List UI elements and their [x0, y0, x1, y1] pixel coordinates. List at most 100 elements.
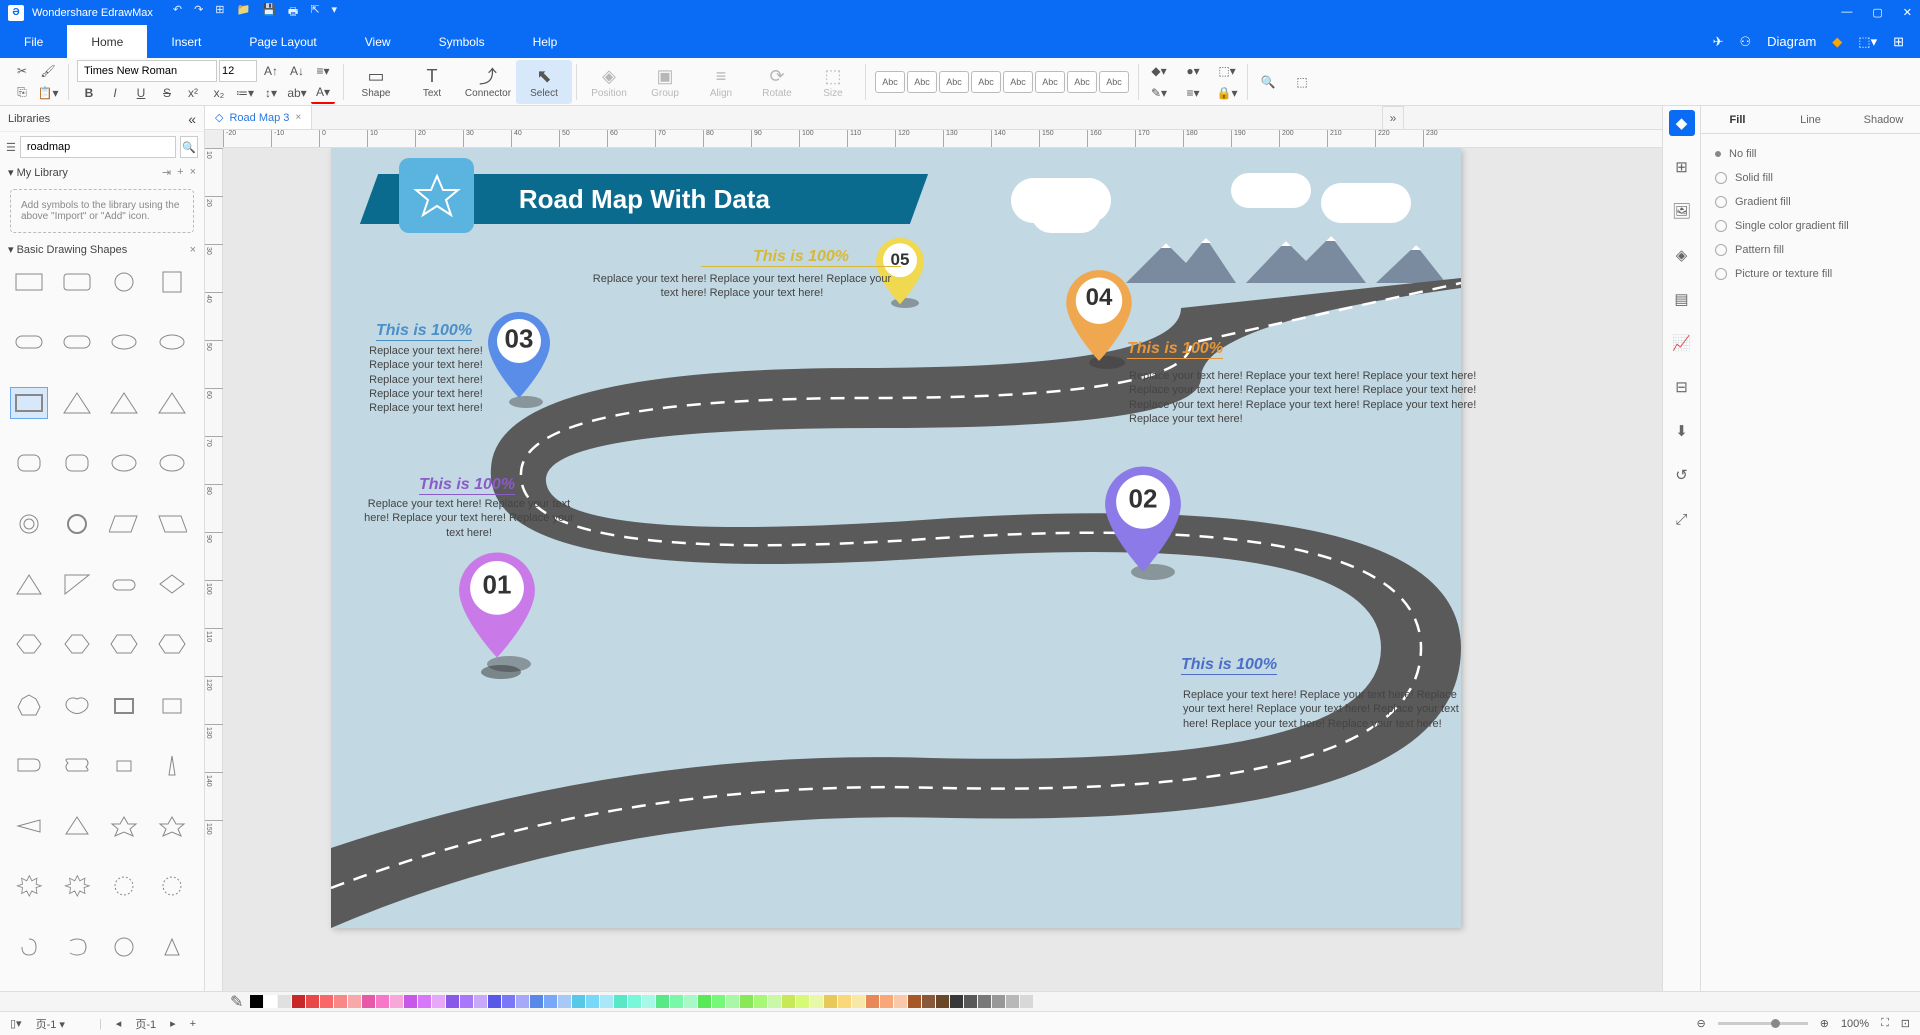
canvas-scroll[interactable]: Road Map With Data 01This is 100%Replace…	[223, 148, 1662, 991]
font-color-icon[interactable]: A▾	[311, 82, 335, 104]
color-swatch[interactable]	[390, 995, 403, 1008]
add-page-icon[interactable]: +	[190, 1018, 196, 1030]
fullscreen-icon[interactable]: ⊡	[1901, 1017, 1910, 1030]
shadow-icon[interactable]: ●▾	[1181, 60, 1205, 82]
color-swatch[interactable]	[614, 995, 627, 1008]
color-swatch[interactable]	[712, 995, 725, 1008]
color-swatch[interactable]	[796, 995, 809, 1008]
shape-item[interactable]	[153, 689, 191, 721]
text-direction-icon[interactable]: ab▾	[285, 82, 309, 104]
increase-font-icon[interactable]: A↑	[259, 60, 283, 82]
import-icon[interactable]: ⇥	[162, 166, 171, 179]
shape-item[interactable]	[58, 870, 96, 902]
pin-body-text[interactable]: Replace your text here! Replace your tex…	[364, 497, 574, 540]
color-swatch[interactable]	[852, 995, 865, 1008]
color-swatch[interactable]	[544, 995, 557, 1008]
shape-item[interactable]	[105, 931, 143, 963]
shape-item[interactable]	[10, 870, 48, 902]
text-button[interactable]: TText	[404, 60, 460, 104]
close-tab-icon[interactable]: ×	[295, 112, 301, 123]
page-tab[interactable]: 页-1	[135, 1016, 156, 1032]
menu-insert[interactable]: Insert	[147, 25, 225, 58]
color-swatch[interactable]	[1020, 995, 1033, 1008]
pin-heading[interactable]: This is 100%	[1181, 656, 1277, 675]
cloud-shape[interactable]	[1231, 173, 1311, 208]
connector-button[interactable]: ⤴Connector	[460, 60, 516, 104]
close-section-icon[interactable]: ×	[190, 166, 196, 179]
shape-item[interactable]	[10, 689, 48, 721]
shape-item[interactable]	[153, 870, 191, 902]
color-swatch[interactable]	[488, 995, 501, 1008]
add-icon[interactable]: +	[177, 166, 183, 179]
shape-item[interactable]	[153, 628, 191, 660]
close-section-icon[interactable]: ×	[190, 244, 196, 256]
shape-item[interactable]	[58, 628, 96, 660]
toggle-right-panel-icon[interactable]: »	[1382, 106, 1404, 130]
shape-item[interactable]	[153, 931, 191, 963]
menu-home[interactable]: Home	[67, 25, 147, 58]
color-swatch[interactable]	[656, 995, 669, 1008]
fill-icon[interactable]: ◆▾	[1147, 60, 1171, 82]
shape-item[interactable]	[10, 568, 48, 600]
menu-view[interactable]: View	[341, 25, 415, 58]
search-icon[interactable]: 🔍	[180, 136, 198, 158]
line-tab[interactable]: Line	[1774, 106, 1847, 133]
collapse-sidebar-icon[interactable]: «	[188, 111, 196, 127]
color-swatch[interactable]	[572, 995, 585, 1008]
page-panel-icon[interactable]: ▤	[1669, 286, 1695, 312]
pin-heading[interactable]: This is 100%	[701, 248, 901, 267]
close-icon[interactable]: ✕	[1903, 6, 1912, 19]
color-swatch[interactable]	[474, 995, 487, 1008]
color-swatch[interactable]	[404, 995, 417, 1008]
font-name-select[interactable]	[77, 60, 217, 82]
export-panel-icon[interactable]: ⬇	[1669, 418, 1695, 444]
print-icon[interactable]: 🖶	[288, 3, 298, 22]
shape-item[interactable]	[105, 870, 143, 902]
style-chip[interactable]: Abc	[939, 71, 969, 93]
banner-logo[interactable]	[399, 158, 474, 233]
position-button[interactable]: ◈Position	[581, 60, 637, 104]
color-swatch[interactable]	[964, 995, 977, 1008]
shape-item[interactable]	[105, 508, 143, 540]
shape-item[interactable]	[58, 447, 96, 479]
color-swatch[interactable]	[922, 995, 935, 1008]
cloud-shape[interactable]	[1321, 183, 1411, 223]
color-swatch[interactable]	[348, 995, 361, 1008]
color-swatch[interactable]	[460, 995, 473, 1008]
open-icon[interactable]: 📁	[237, 3, 251, 22]
color-swatch[interactable]	[936, 995, 949, 1008]
style-chip[interactable]: Abc	[1099, 71, 1129, 93]
page-view-icon[interactable]: ▯▾	[10, 1017, 22, 1030]
select-all-icon[interactable]: ⬚	[1290, 71, 1314, 93]
undo-icon[interactable]: ↶	[173, 3, 182, 22]
color-swatch[interactable]	[362, 995, 375, 1008]
new-icon[interactable]: ⊞	[215, 3, 224, 22]
color-swatch[interactable]	[278, 995, 291, 1008]
zoom-out-icon[interactable]: ⊖	[1697, 1017, 1706, 1030]
font-size-select[interactable]	[219, 60, 257, 82]
prev-page-icon[interactable]: ◂	[116, 1017, 122, 1030]
shape-item[interactable]	[153, 266, 191, 298]
shape-item[interactable]	[10, 628, 48, 660]
shape-item[interactable]	[153, 508, 191, 540]
color-swatch[interactable]	[418, 995, 431, 1008]
shape-item[interactable]	[10, 508, 48, 540]
zoom-slider[interactable]	[1718, 1022, 1808, 1025]
color-swatch[interactable]	[768, 995, 781, 1008]
shape-item[interactable]	[105, 568, 143, 600]
underline-icon[interactable]: U	[129, 82, 153, 104]
shape-item[interactable]	[58, 689, 96, 721]
shape-item[interactable]	[105, 266, 143, 298]
color-swatch[interactable]	[740, 995, 753, 1008]
shape-item[interactable]	[58, 266, 96, 298]
roadmap-pin[interactable]: 01	[453, 550, 541, 660]
share-icon[interactable]: ⚇	[1740, 34, 1752, 50]
align-button[interactable]: ≡Align	[693, 60, 749, 104]
color-swatch[interactable]	[782, 995, 795, 1008]
select-button[interactable]: ⬉Select	[516, 60, 572, 104]
color-swatch[interactable]	[586, 995, 599, 1008]
color-swatch[interactable]	[1006, 995, 1019, 1008]
fit-page-icon[interactable]: ⛶	[1881, 1017, 1889, 1030]
pin-body-text[interactable]: Replace your text here! Replace your tex…	[592, 272, 892, 301]
style-chip[interactable]: Abc	[875, 71, 905, 93]
